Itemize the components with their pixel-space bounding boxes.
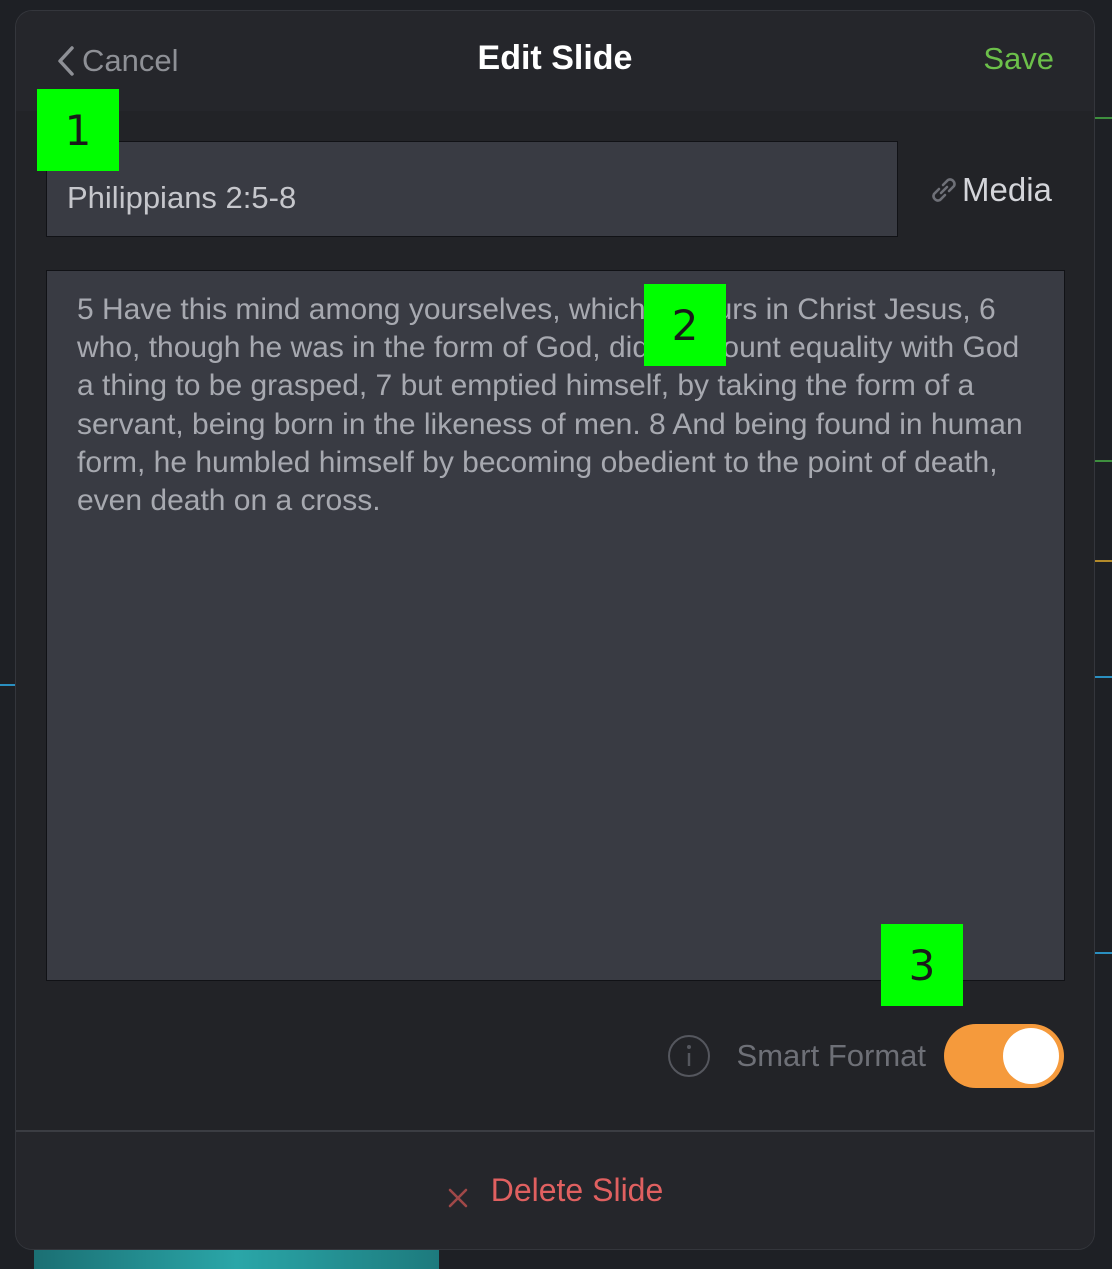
- slide-text-area[interactable]: 5 Have this mind among yourselves, which…: [46, 270, 1065, 981]
- link-icon: [928, 174, 960, 206]
- smart-format-toggle[interactable]: [944, 1024, 1064, 1088]
- annotation-marker-1: 1: [37, 89, 119, 171]
- background-divider: [0, 684, 16, 686]
- media-label: Media: [962, 171, 1052, 208]
- smart-format-label: Smart Format: [736, 1038, 926, 1073]
- delete-slide-label: Delete Slide: [490, 1172, 664, 1208]
- background-divider: [1094, 117, 1112, 119]
- annotation-marker-3: 3: [881, 924, 963, 1006]
- toggle-knob: [1003, 1028, 1059, 1084]
- background-divider: [1094, 560, 1112, 562]
- edit-slide-modal: Cancel Edit Slide Save Philippians 2:5-8…: [16, 11, 1094, 1249]
- background-divider: [1094, 460, 1112, 462]
- media-button[interactable]: Media: [928, 171, 1052, 209]
- modal-header: Cancel Edit Slide Save: [16, 11, 1094, 112]
- page-title: Edit Slide: [477, 39, 633, 77]
- smart-format-row: Smart Format: [667, 1024, 1064, 1088]
- modal-footer: Delete Slide: [16, 1130, 1094, 1249]
- background-divider: [1094, 676, 1112, 678]
- close-icon: [447, 1180, 469, 1207]
- info-icon[interactable]: [667, 1034, 711, 1078]
- save-button[interactable]: Save: [983, 41, 1054, 77]
- delete-slide-button[interactable]: Delete Slide: [16, 1172, 1094, 1209]
- annotation-marker-2: 2: [644, 284, 726, 366]
- background-divider: [1094, 952, 1112, 954]
- slide-title-input[interactable]: Philippians 2:5-8: [46, 141, 898, 237]
